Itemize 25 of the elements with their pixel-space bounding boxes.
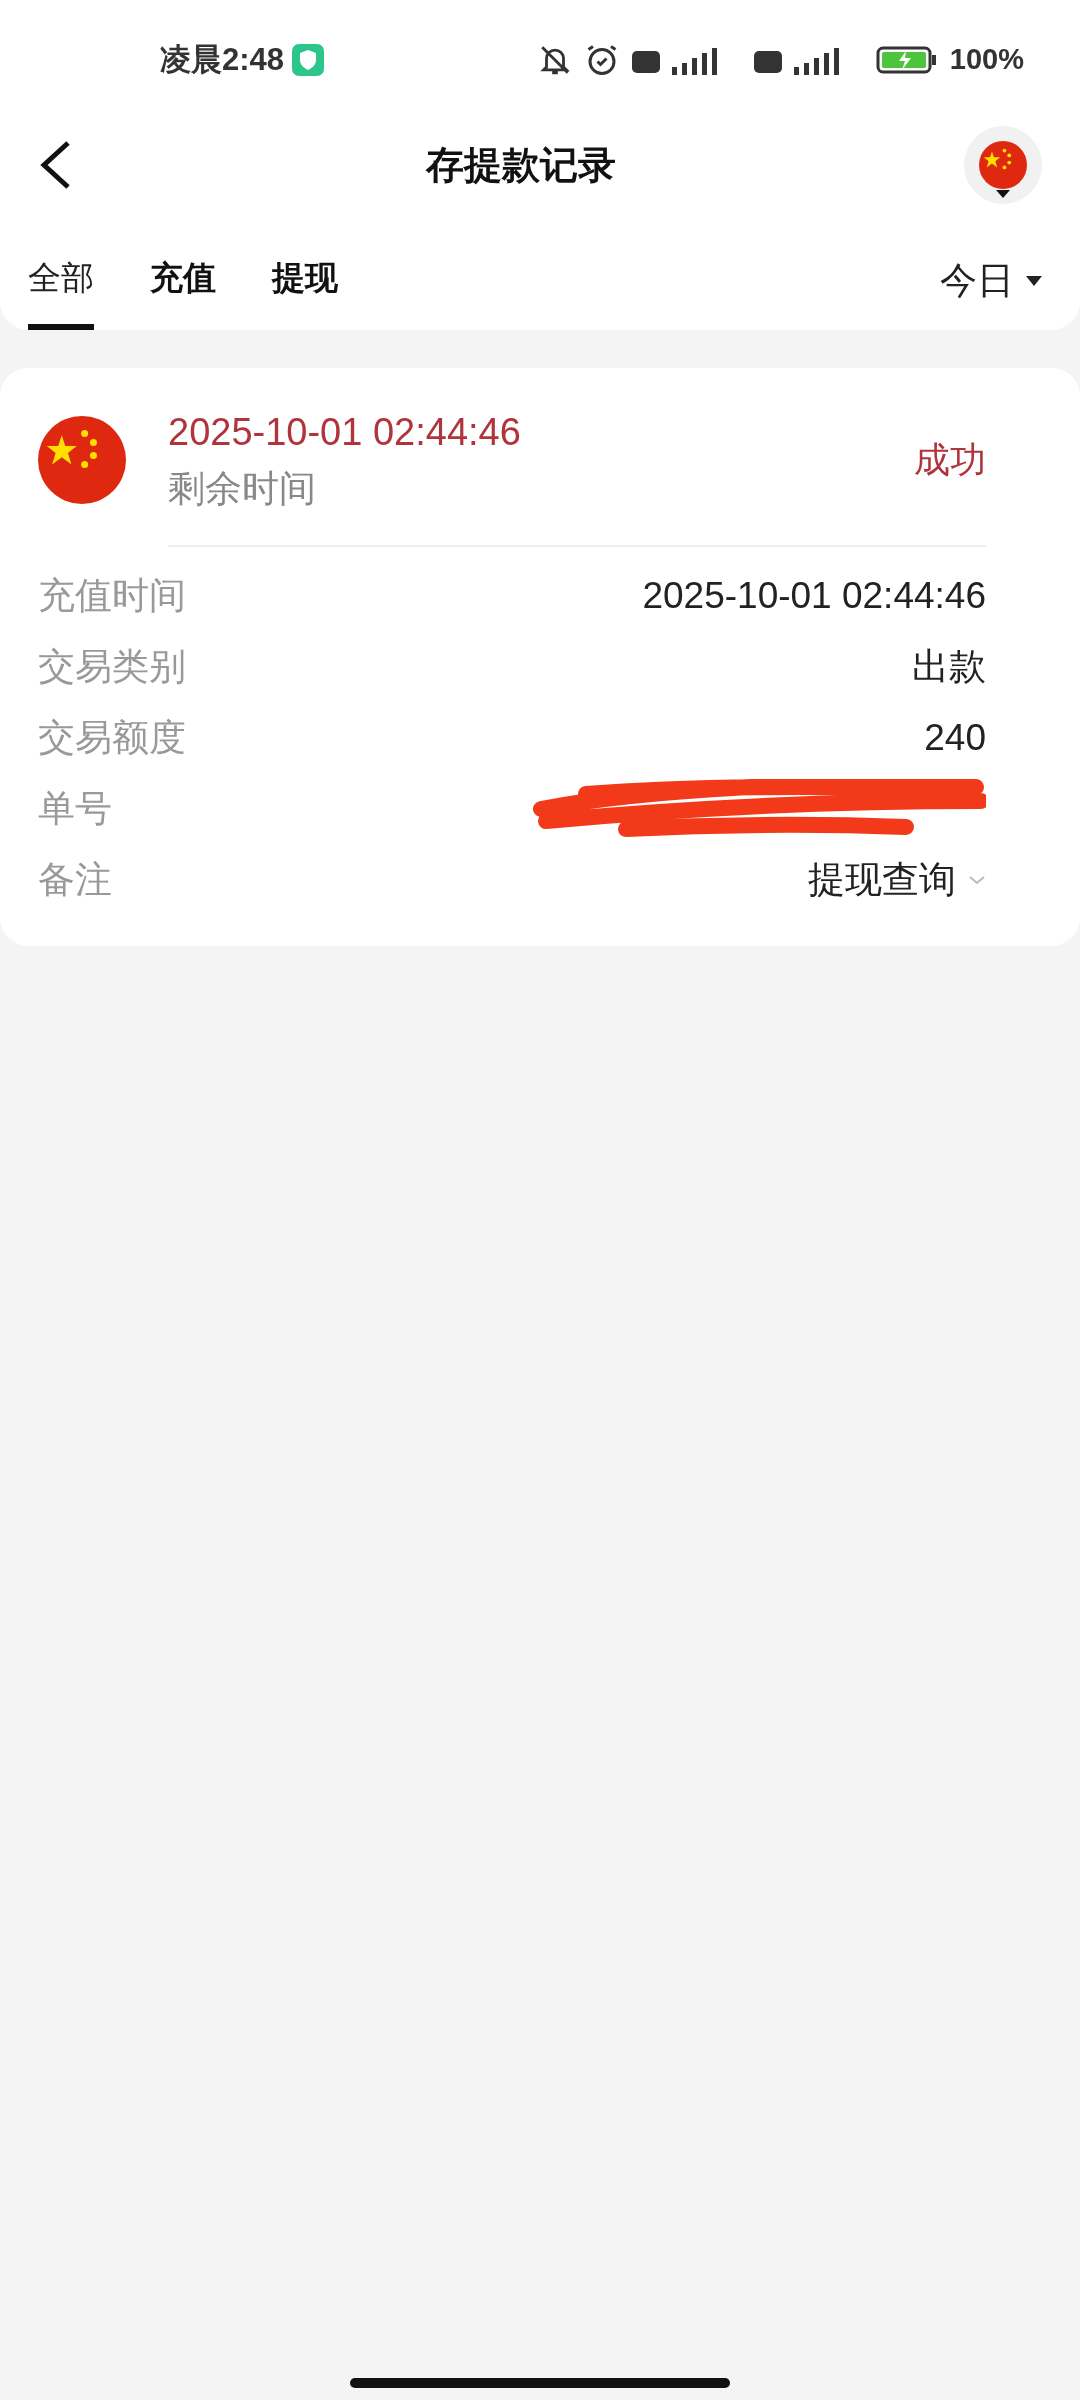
field-value: 出款 — [912, 645, 986, 690]
field-value: 240 — [924, 716, 986, 761]
status-time: 凌晨2:48 — [160, 40, 285, 79]
field-label: 交易类别 — [38, 645, 186, 690]
page-title: 存提款记录 — [426, 142, 616, 188]
tab[interactable]: 充值 — [150, 250, 216, 330]
field-value: 提现查询 — [808, 858, 956, 903]
chevron-down-icon — [968, 874, 986, 886]
field-value: 2025-10-01 02:44:46 — [642, 574, 986, 619]
record-datetime: 2025-10-01 02:44:46 — [168, 410, 522, 455]
battery-percent: 100% — [949, 42, 1024, 78]
flag-icon — [38, 416, 126, 505]
field-label: 交易额度 — [38, 716, 186, 761]
record-subtitle: 剩余时间 — [168, 467, 317, 511]
flag-icon — [979, 141, 1027, 189]
battery-icon — [875, 45, 938, 75]
caret-icon — [1026, 276, 1042, 286]
status-text: 成功 — [914, 438, 986, 483]
tab[interactable]: 提现 — [272, 250, 338, 330]
date-filter-dropdown[interactable]: 今日 — [940, 250, 1052, 330]
shield-icon — [292, 44, 325, 76]
field-label: 备注 — [38, 858, 112, 903]
field-label: 单号 — [38, 787, 112, 832]
field-label: 充值时间 — [38, 574, 186, 619]
tab[interactable]: 全部 — [28, 250, 94, 330]
